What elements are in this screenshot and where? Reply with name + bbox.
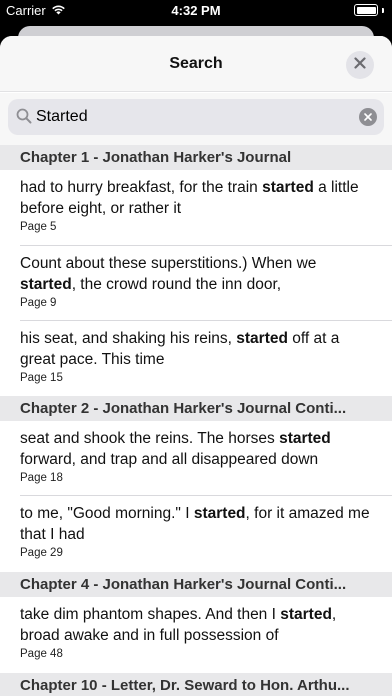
result-row[interactable]: had to hurry breakfast, for the train st… <box>0 170 392 246</box>
result-snippet: to me, "Good morning." I started, for it… <box>20 505 370 543</box>
search-sheet: Search Started Chapter 1 - Jonathan Hark… <box>0 36 392 696</box>
status-right <box>354 4 384 16</box>
result-row[interactable]: Count about these superstitions.) When w… <box>0 246 392 321</box>
match-highlight: started <box>262 179 314 196</box>
result-snippet: take dim phantom shapes. And then I star… <box>20 606 337 644</box>
close-icon <box>354 56 366 74</box>
search-bar <box>0 93 392 145</box>
match-highlight: started <box>20 276 72 293</box>
clear-icon <box>364 108 372 126</box>
nav-bar: Search <box>0 36 392 92</box>
section-header: Chapter 2 - Jonathan Harker's Journal Co… <box>0 396 392 421</box>
result-row[interactable]: seat and shook the reins. The horses sta… <box>0 421 392 496</box>
match-highlight: started <box>193 505 246 522</box>
status-bar: Carrier 4:32 PM <box>0 0 392 22</box>
match-highlight: started <box>236 330 288 347</box>
result-snippet: his seat, and shaking his reins, started… <box>20 330 340 368</box>
result-page: Page 15 <box>20 372 63 384</box>
result-snippet: had to hurry breakfast, for the train st… <box>20 179 359 217</box>
search-field[interactable] <box>8 99 384 135</box>
search-input[interactable] <box>36 99 354 135</box>
result-snippet: Count about these superstitions.) When w… <box>20 255 317 293</box>
result-row[interactable]: to me, "Good morning." I started, for it… <box>0 496 392 572</box>
result-page: Page 9 <box>20 297 57 309</box>
result-page: Page 48 <box>20 648 63 660</box>
match-highlight: started <box>279 430 331 447</box>
match-highlight: started <box>280 606 332 623</box>
result-page: Page 5 <box>20 221 57 233</box>
battery-icon <box>354 4 378 16</box>
result-row[interactable]: his seat, and shaking his reins, started… <box>0 321 392 396</box>
section-header: Chapter 1 - Jonathan Harker's Journal <box>0 145 392 170</box>
result-row[interactable]: take dim phantom shapes. And then I star… <box>0 597 392 673</box>
result-snippet: seat and shook the reins. The horses sta… <box>20 430 331 468</box>
result-page: Page 29 <box>20 547 63 559</box>
clear-search-button[interactable] <box>359 108 377 126</box>
search-icon <box>16 108 32 129</box>
section-header: Chapter 10 - Letter, Dr. Seward to Hon. … <box>0 673 392 696</box>
page-title: Search <box>169 55 223 72</box>
battery-tip <box>382 7 384 13</box>
status-time: 4:32 PM <box>171 3 221 18</box>
results-list: Chapter 1 - Jonathan Harker's Journal ha… <box>0 145 392 696</box>
result-page: Page 18 <box>20 472 63 484</box>
section-header: Chapter 4 - Jonathan Harker's Journal Co… <box>0 572 392 597</box>
close-button[interactable] <box>346 51 374 79</box>
